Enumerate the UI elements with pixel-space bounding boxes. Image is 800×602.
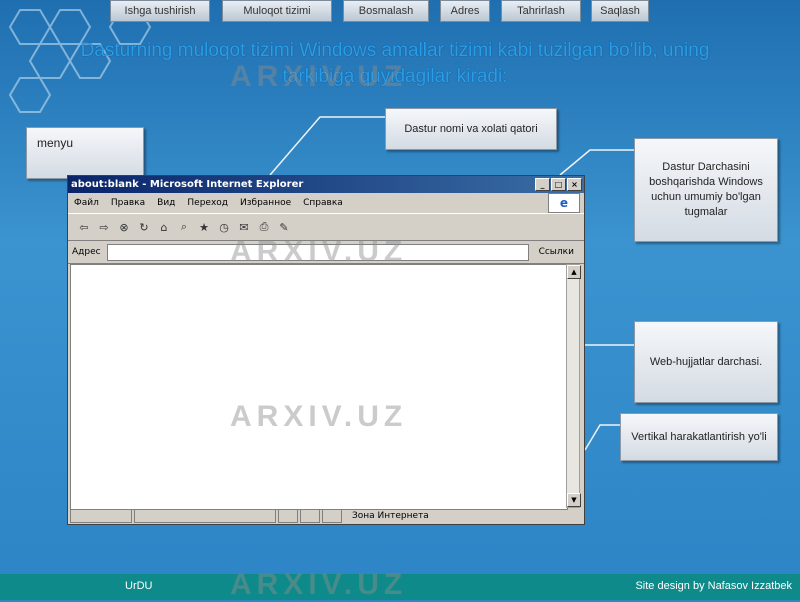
- status-zone-text: Зона Интернета: [352, 511, 429, 521]
- callout-scrollbar: Vertikal harakatlantirish yo'li: [620, 413, 778, 461]
- ie-status-bar: Зона Интернета: [68, 508, 584, 524]
- watermark: ARXIV.UZ: [230, 60, 408, 93]
- ie-logo-icon: e: [548, 193, 580, 213]
- watermark: ARXIV.UZ: [230, 235, 408, 268]
- maximize-icon[interactable]: □: [551, 178, 566, 191]
- footer-left: UrDU: [125, 580, 153, 592]
- menu-help[interactable]: Справка: [303, 198, 343, 208]
- status-cell: [278, 509, 298, 523]
- watermark: ARXIV.UZ: [230, 568, 408, 601]
- print-icon[interactable]: ⎙: [256, 219, 272, 235]
- stop-icon[interactable]: ⊗: [116, 219, 132, 235]
- menu-favorites[interactable]: Избранное: [240, 198, 291, 208]
- links-label[interactable]: Ссылки: [539, 247, 574, 257]
- callout-title-bar: Dastur nomi va xolati qatori: [385, 108, 557, 150]
- status-cell: [70, 509, 132, 523]
- menu-edit[interactable]: Правка: [111, 198, 145, 208]
- scroll-up-icon[interactable]: ▲: [567, 265, 581, 279]
- menu-go[interactable]: Переход: [187, 198, 228, 208]
- callout-web-area: Web-hujjatlar darchasi.: [634, 321, 778, 403]
- search-icon[interactable]: ⌕: [176, 219, 192, 235]
- footer-bar: UrDU Site design by Nafasov Izzatbek ARX…: [0, 568, 800, 601]
- footer-right: Site design by Nafasov Izzatbek: [635, 580, 792, 592]
- back-icon[interactable]: ⇦: [76, 219, 92, 235]
- web-content-area[interactable]: [70, 264, 568, 510]
- forward-icon[interactable]: ⇨: [96, 219, 112, 235]
- close-icon[interactable]: ×: [567, 178, 582, 191]
- ie-title-bar[interactable]: about:blank - Microsoft Internet Explore…: [68, 176, 584, 193]
- watermark: ARXIV.UZ: [230, 400, 408, 433]
- home-icon[interactable]: ⌂: [156, 219, 172, 235]
- mail-icon[interactable]: ✉: [236, 219, 252, 235]
- callout-window-buttons: Dastur Darchasini boshqarishda Windows u…: [634, 138, 778, 242]
- minimize-icon[interactable]: _: [535, 178, 550, 191]
- favorites-icon[interactable]: ★: [196, 219, 212, 235]
- status-cell: [134, 509, 276, 523]
- refresh-icon[interactable]: ↻: [136, 219, 152, 235]
- menu-file[interactable]: Файл: [74, 198, 99, 208]
- scroll-down-icon[interactable]: ▼: [567, 493, 581, 507]
- edit-icon[interactable]: ✎: [276, 219, 292, 235]
- ie-title-text: about:blank - Microsoft Internet Explore…: [71, 179, 304, 190]
- vertical-scrollbar[interactable]: ▲ ▼: [566, 264, 581, 508]
- status-cell: [322, 509, 342, 523]
- address-label: Адрес: [72, 247, 101, 257]
- callout-menyu: menyu: [26, 127, 144, 179]
- ie-window: about:blank - Microsoft Internet Explore…: [67, 175, 585, 525]
- ie-menubar: Файл Правка Вид Переход Избранное Справк…: [68, 193, 584, 214]
- menu-view[interactable]: Вид: [157, 198, 175, 208]
- status-cell: [300, 509, 320, 523]
- history-icon[interactable]: ◷: [216, 219, 232, 235]
